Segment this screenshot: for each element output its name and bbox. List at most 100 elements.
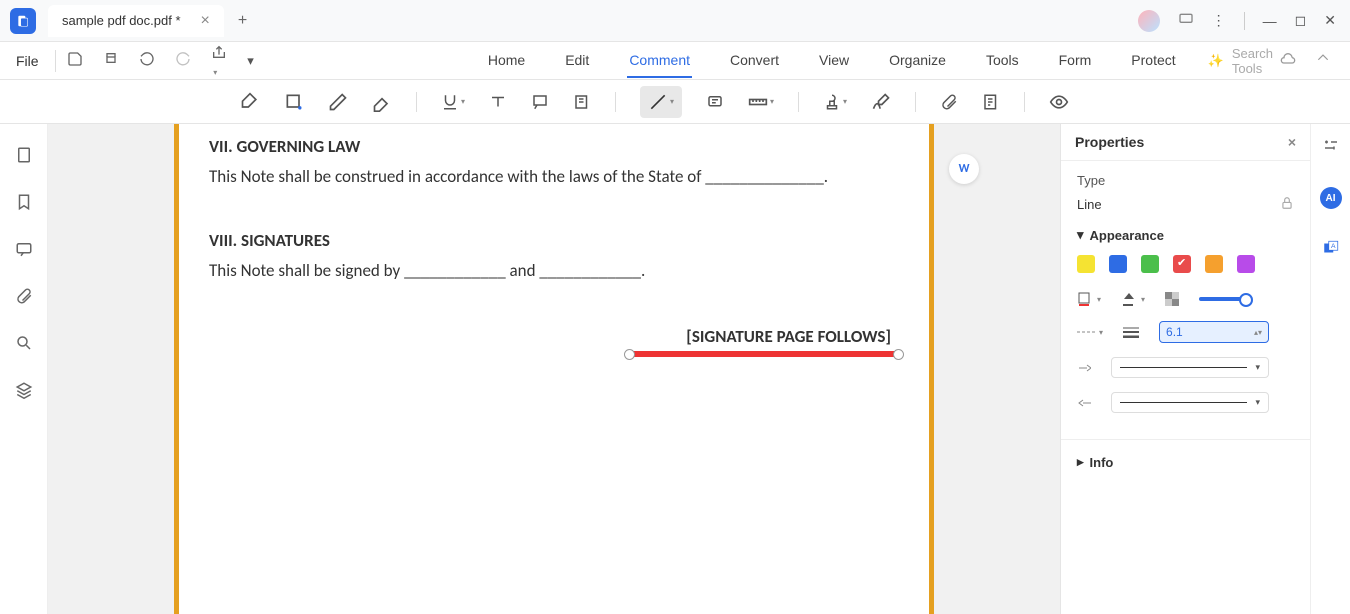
print-icon[interactable] (103, 51, 119, 70)
attachment-icon[interactable] (940, 93, 958, 111)
bookmarks-icon[interactable] (15, 193, 33, 214)
menubar-right (1280, 51, 1350, 70)
search-tools[interactable]: ✨ Search Tools (1208, 46, 1280, 76)
menu-tools[interactable]: Tools (984, 44, 1021, 78)
pencil-icon[interactable] (328, 92, 348, 112)
thumbnails-icon[interactable] (15, 146, 33, 167)
menu-organize[interactable]: Organize (887, 44, 948, 78)
comment-list-icon[interactable] (982, 93, 1000, 111)
opacity-slider[interactable] (1199, 297, 1249, 301)
underline-icon[interactable]: ▾ (441, 93, 465, 111)
eraser-icon[interactable] (372, 92, 392, 112)
dash-style-icon[interactable]: ▾ (1077, 327, 1103, 337)
swatch-green[interactable] (1141, 255, 1159, 273)
properties-panel: Properties × Type Line ▾Appearance ▾ ▾ (1060, 124, 1310, 614)
menubar: File ▾ ▾ Home Edit Comment Convert View … (0, 42, 1350, 80)
sticky-note-icon[interactable] (706, 93, 724, 111)
collapse-ribbon-icon[interactable] (1316, 51, 1330, 70)
line-start-row: ▾ (1077, 357, 1294, 378)
stroke-color-icon[interactable]: ▾ (1077, 291, 1101, 307)
properties-header: Properties × (1061, 124, 1310, 161)
tab-close-icon[interactable]: × (201, 12, 210, 30)
fill-color-icon[interactable]: ▾ (1121, 291, 1145, 307)
cloud-icon[interactable] (1280, 51, 1296, 70)
highlight-icon[interactable] (240, 92, 260, 112)
collapse-arrow-icon: ▾ (1077, 227, 1084, 243)
document-page: W VII. GOVERNING LAW This Note shall be … (174, 124, 934, 614)
user-avatar[interactable] (1138, 10, 1160, 32)
menu-dots-icon[interactable]: ⋮ (1212, 12, 1226, 29)
app-logo[interactable] (10, 8, 36, 34)
new-tab-button[interactable]: + (234, 8, 251, 34)
line-weight-icon[interactable] (1123, 326, 1139, 338)
menu-edit[interactable]: Edit (563, 44, 591, 78)
chat-icon[interactable] (1178, 11, 1194, 30)
file-menu[interactable]: File (0, 53, 55, 69)
swatch-purple[interactable] (1237, 255, 1255, 273)
maximize-button[interactable]: ◻ (1295, 12, 1307, 29)
titlebar-right: ⋮ — ◻ ✕ (1138, 10, 1350, 32)
menu-form[interactable]: Form (1057, 44, 1094, 78)
customize-qat-icon[interactable]: ▾ (247, 53, 254, 69)
line-start-select[interactable]: ▾ (1111, 357, 1269, 378)
line-end-row: ▾ (1077, 392, 1294, 413)
line-tool-icon[interactable]: ▾ (640, 86, 682, 118)
attachments-panel-icon[interactable] (15, 287, 33, 308)
search-tools-placeholder: Search Tools (1232, 46, 1280, 76)
area-highlight-icon[interactable] (284, 92, 304, 112)
close-window-button[interactable]: ✕ (1324, 12, 1336, 29)
document-tab[interactable]: sample pdf doc.pdf * × (48, 5, 224, 37)
note-icon[interactable] (573, 93, 591, 111)
signature-icon[interactable] (871, 92, 891, 112)
share-icon[interactable]: ▾ (211, 44, 227, 78)
menu-convert[interactable]: Convert (728, 44, 781, 78)
menu-protect[interactable]: Protect (1129, 44, 1177, 78)
minimize-button[interactable]: — (1263, 13, 1277, 29)
menu-view[interactable]: View (817, 44, 851, 78)
section-8-heading: VIII. SIGNATURES (209, 230, 899, 251)
swatch-orange[interactable] (1205, 255, 1223, 273)
section-7-heading: VII. GOVERNING LAW (209, 136, 899, 157)
type-row: Line (1077, 196, 1294, 213)
ai-assistant-icon[interactable]: AI (1320, 187, 1342, 209)
stamp-icon[interactable]: ▾ (823, 93, 847, 111)
layers-icon[interactable] (15, 381, 33, 402)
line-end-select[interactable]: ▾ (1111, 392, 1269, 413)
lock-icon[interactable] (1280, 196, 1294, 213)
line-annotation[interactable] (629, 351, 899, 357)
signature-page-follows: [SIGNATURE PAGE FOLLOWS] (209, 326, 899, 347)
settings-icon[interactable] (1322, 136, 1340, 157)
appearance-section[interactable]: ▾Appearance (1077, 227, 1294, 243)
document-viewport[interactable]: W VII. GOVERNING LAW This Note shall be … (48, 124, 1060, 614)
translate-icon[interactable]: A (1322, 239, 1340, 260)
hide-comments-icon[interactable] (1049, 92, 1069, 112)
menu-home[interactable]: Home (486, 44, 527, 78)
thickness-input[interactable]: 6.1▴▾ (1159, 321, 1269, 343)
swatch-blue[interactable] (1109, 255, 1127, 273)
properties-body: Type Line ▾Appearance ▾ ▾ ▾ (1061, 161, 1310, 439)
swatch-yellow[interactable] (1077, 255, 1095, 273)
menu-comment[interactable]: Comment (627, 44, 692, 78)
measure-icon[interactable]: ▾ (748, 92, 774, 112)
search-panel-icon[interactable] (15, 334, 33, 355)
opacity-icon[interactable] (1165, 292, 1179, 306)
left-nav-rail (0, 124, 48, 614)
swatch-red[interactable] (1173, 255, 1191, 273)
line-start-icon (1077, 362, 1091, 374)
properties-title: Properties (1075, 134, 1144, 150)
separator (416, 92, 417, 112)
comments-panel-icon[interactable] (15, 240, 33, 261)
search-sparkle-icon: ✨ (1208, 53, 1224, 69)
info-section[interactable]: ▸Info (1061, 440, 1310, 484)
section-8-body: This Note shall be signed by ___________… (209, 257, 899, 284)
properties-close-icon[interactable]: × (1288, 134, 1296, 150)
expand-arrow-icon: ▸ (1077, 454, 1084, 470)
save-icon[interactable] (67, 51, 83, 70)
callout-icon[interactable] (531, 93, 549, 111)
main-area: W VII. GOVERNING LAW This Note shall be … (0, 124, 1350, 614)
textbox-icon[interactable] (489, 93, 507, 111)
undo-icon[interactable] (139, 51, 155, 70)
line-end-icon (1077, 397, 1091, 409)
word-export-badge[interactable]: W (949, 154, 979, 184)
redo-icon[interactable] (175, 51, 191, 70)
